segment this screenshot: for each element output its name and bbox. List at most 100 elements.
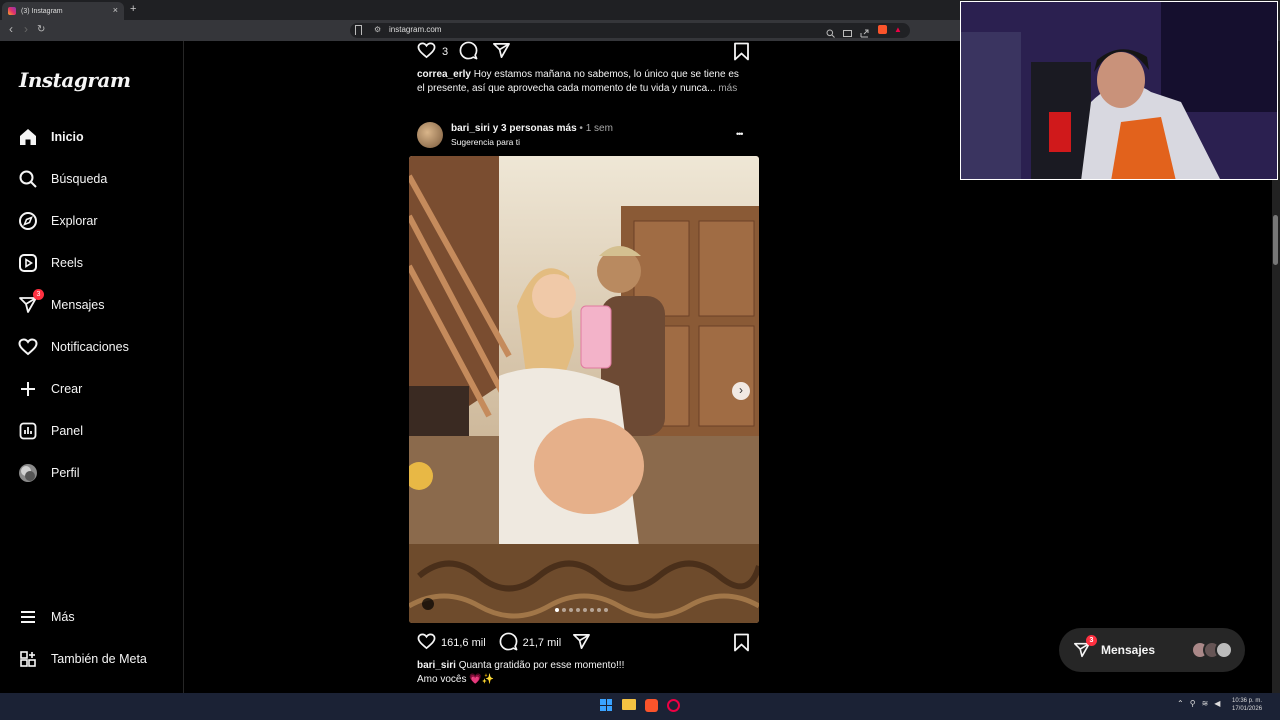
- messages-pill-badge: 3: [1086, 635, 1097, 646]
- post-coauthors[interactable]: y 3 personas más: [493, 123, 577, 134]
- zoom-icon[interactable]: [826, 25, 835, 38]
- sidebar-item-mensajes[interactable]: 3 Mensajes: [18, 288, 173, 322]
- comment-icon[interactable]: [459, 41, 478, 63]
- clock-time: 10:36 p. m.: [1232, 698, 1263, 704]
- sidebar-item-label: Búsqueda: [51, 172, 108, 186]
- plus-icon: [18, 379, 38, 399]
- os-taskbar: [0, 693, 1280, 720]
- brave-browser-icon[interactable]: [645, 699, 658, 712]
- post-author-avatar[interactable]: [417, 122, 443, 148]
- site-info-icon[interactable]: ⚙: [374, 25, 381, 34]
- sidebar-item-panel[interactable]: Panel: [18, 414, 173, 448]
- caption-text-1: Hoy estamos mañana no sabemos, lo único …: [473, 69, 739, 80]
- heart-icon: [18, 337, 38, 357]
- post-image[interactable]: [409, 156, 759, 623]
- url-text[interactable]: instagram.com: [389, 25, 441, 34]
- sidebar-item-reels[interactable]: Reels: [18, 246, 173, 280]
- brave-rewards-icon[interactable]: ▲: [894, 25, 903, 34]
- back-icon[interactable]: ‹: [9, 22, 13, 36]
- caption-text-2: Amo vocês 💗✨: [417, 674, 495, 685]
- post-subtitle: Sugerencia para ti: [451, 137, 520, 147]
- carousel-dot: [576, 608, 580, 612]
- comment-count[interactable]: 21,7 mil: [523, 637, 562, 649]
- sidebar-item-tambien-de-meta[interactable]: También de Meta: [18, 642, 173, 676]
- sidebar-item-notificaciones[interactable]: Notificaciones: [18, 330, 173, 364]
- post-time: • 1 sem: [579, 123, 613, 134]
- carousel-dot: [562, 608, 566, 612]
- carousel-dot: [583, 608, 587, 612]
- forward-icon[interactable]: ›: [24, 22, 28, 36]
- reels-icon: [18, 253, 38, 273]
- messenger-icon: 3: [18, 289, 44, 315]
- compass-icon: [18, 211, 38, 231]
- sidebar-item-label: Más: [51, 610, 75, 624]
- save-icon[interactable]: [733, 633, 750, 657]
- sidebar-item-perfil[interactable]: Perfil: [18, 456, 173, 490]
- share-icon[interactable]: [572, 632, 591, 654]
- avatar: [18, 463, 38, 483]
- post-options-icon[interactable]: •••: [736, 129, 744, 139]
- meta-apps-icon: [18, 649, 38, 669]
- sidebar-item-crear[interactable]: Crear: [18, 372, 173, 406]
- cast-icon[interactable]: [843, 25, 852, 37]
- message-avatars: [1191, 641, 1233, 659]
- sidebar-item-label: Panel: [51, 424, 83, 438]
- post-actions: 161,6 mil 21,7 mil: [417, 632, 591, 654]
- prev-like-count[interactable]: 3: [442, 46, 448, 58]
- messages-pill[interactable]: 3 Mensajes: [1059, 628, 1245, 672]
- post-author[interactable]: bari_siri: [451, 123, 490, 134]
- like-count[interactable]: 161,6 mil: [441, 637, 486, 649]
- carousel-next-icon[interactable]: ›: [732, 382, 750, 400]
- comment-icon[interactable]: [499, 632, 518, 654]
- sidebar-item-mas[interactable]: Más: [18, 600, 173, 634]
- hamburger-menu-icon: [18, 607, 38, 627]
- like-icon[interactable]: [417, 632, 436, 654]
- carousel-dot: [555, 608, 559, 612]
- caption-text-1: Quanta gratidão por esse momento!!!: [458, 660, 625, 671]
- messages-badge: 3: [33, 289, 44, 300]
- instagram-logo[interactable]: Instagram: [19, 68, 131, 92]
- sidebar-item-label: Perfil: [51, 466, 80, 480]
- sidebar-item-label: Explorar: [51, 214, 98, 228]
- sidebar-item-label: Reels: [51, 256, 83, 270]
- scrollbar-thumb[interactable]: [1273, 215, 1278, 265]
- sidebar-item-label: Inicio: [51, 130, 84, 144]
- avatar: [1215, 641, 1233, 659]
- system-tray-icons[interactable]: ⌃⚲≋◀: [1177, 699, 1226, 708]
- save-icon[interactable]: [733, 42, 750, 66]
- instagram-favicon-icon: [8, 7, 16, 15]
- messenger-icon: 3: [1073, 635, 1097, 659]
- like-icon[interactable]: [417, 41, 436, 63]
- tab-close-icon[interactable]: ×: [113, 5, 118, 15]
- sidebar-item-label: También de Meta: [51, 652, 147, 666]
- carousel-dot: [604, 608, 608, 612]
- share-icon[interactable]: [492, 41, 511, 63]
- webcam-overlay: [960, 1, 1278, 180]
- carousel-dot: [590, 608, 594, 612]
- carousel-dot: [597, 608, 601, 612]
- tagged-users-icon[interactable]: [422, 598, 434, 610]
- caption-author[interactable]: correa_erly: [417, 69, 471, 80]
- app-icon[interactable]: [667, 699, 680, 712]
- messages-pill-label: Mensajes: [1101, 643, 1156, 657]
- taskbar-clock[interactable]: 10:36 p. m. 17/01/2026: [1232, 697, 1262, 713]
- prev-post-caption: correa_erly Hoy estamos mañana no sabemo…: [417, 68, 757, 96]
- tab-title: (3) Instagram: [21, 7, 63, 15]
- more-link[interactable]: más: [718, 83, 737, 94]
- browser-tab[interactable]: (3) Instagram ×: [2, 2, 124, 20]
- post-caption: bari_siri Quanta gratidão por esse momen…: [417, 659, 757, 687]
- start-menu-icon[interactable]: [600, 699, 612, 711]
- caption-author[interactable]: bari_siri: [417, 660, 456, 671]
- brave-shield-icon[interactable]: [878, 25, 887, 34]
- bookmark-page-icon[interactable]: [355, 25, 362, 35]
- carousel-indicator: [555, 608, 608, 612]
- reload-icon[interactable]: ↻: [37, 24, 45, 35]
- sidebar-item-explorar[interactable]: Explorar: [18, 204, 173, 238]
- file-explorer-icon[interactable]: [622, 699, 636, 710]
- sidebar-item-busqueda[interactable]: Búsqueda: [18, 162, 173, 196]
- new-tab-button[interactable]: +: [130, 3, 136, 15]
- share-icon[interactable]: [860, 25, 869, 38]
- sidebar-item-label: Mensajes: [51, 298, 105, 312]
- sidebar-item-inicio[interactable]: Inicio: [18, 120, 173, 154]
- prev-post-actions: 3: [417, 41, 511, 63]
